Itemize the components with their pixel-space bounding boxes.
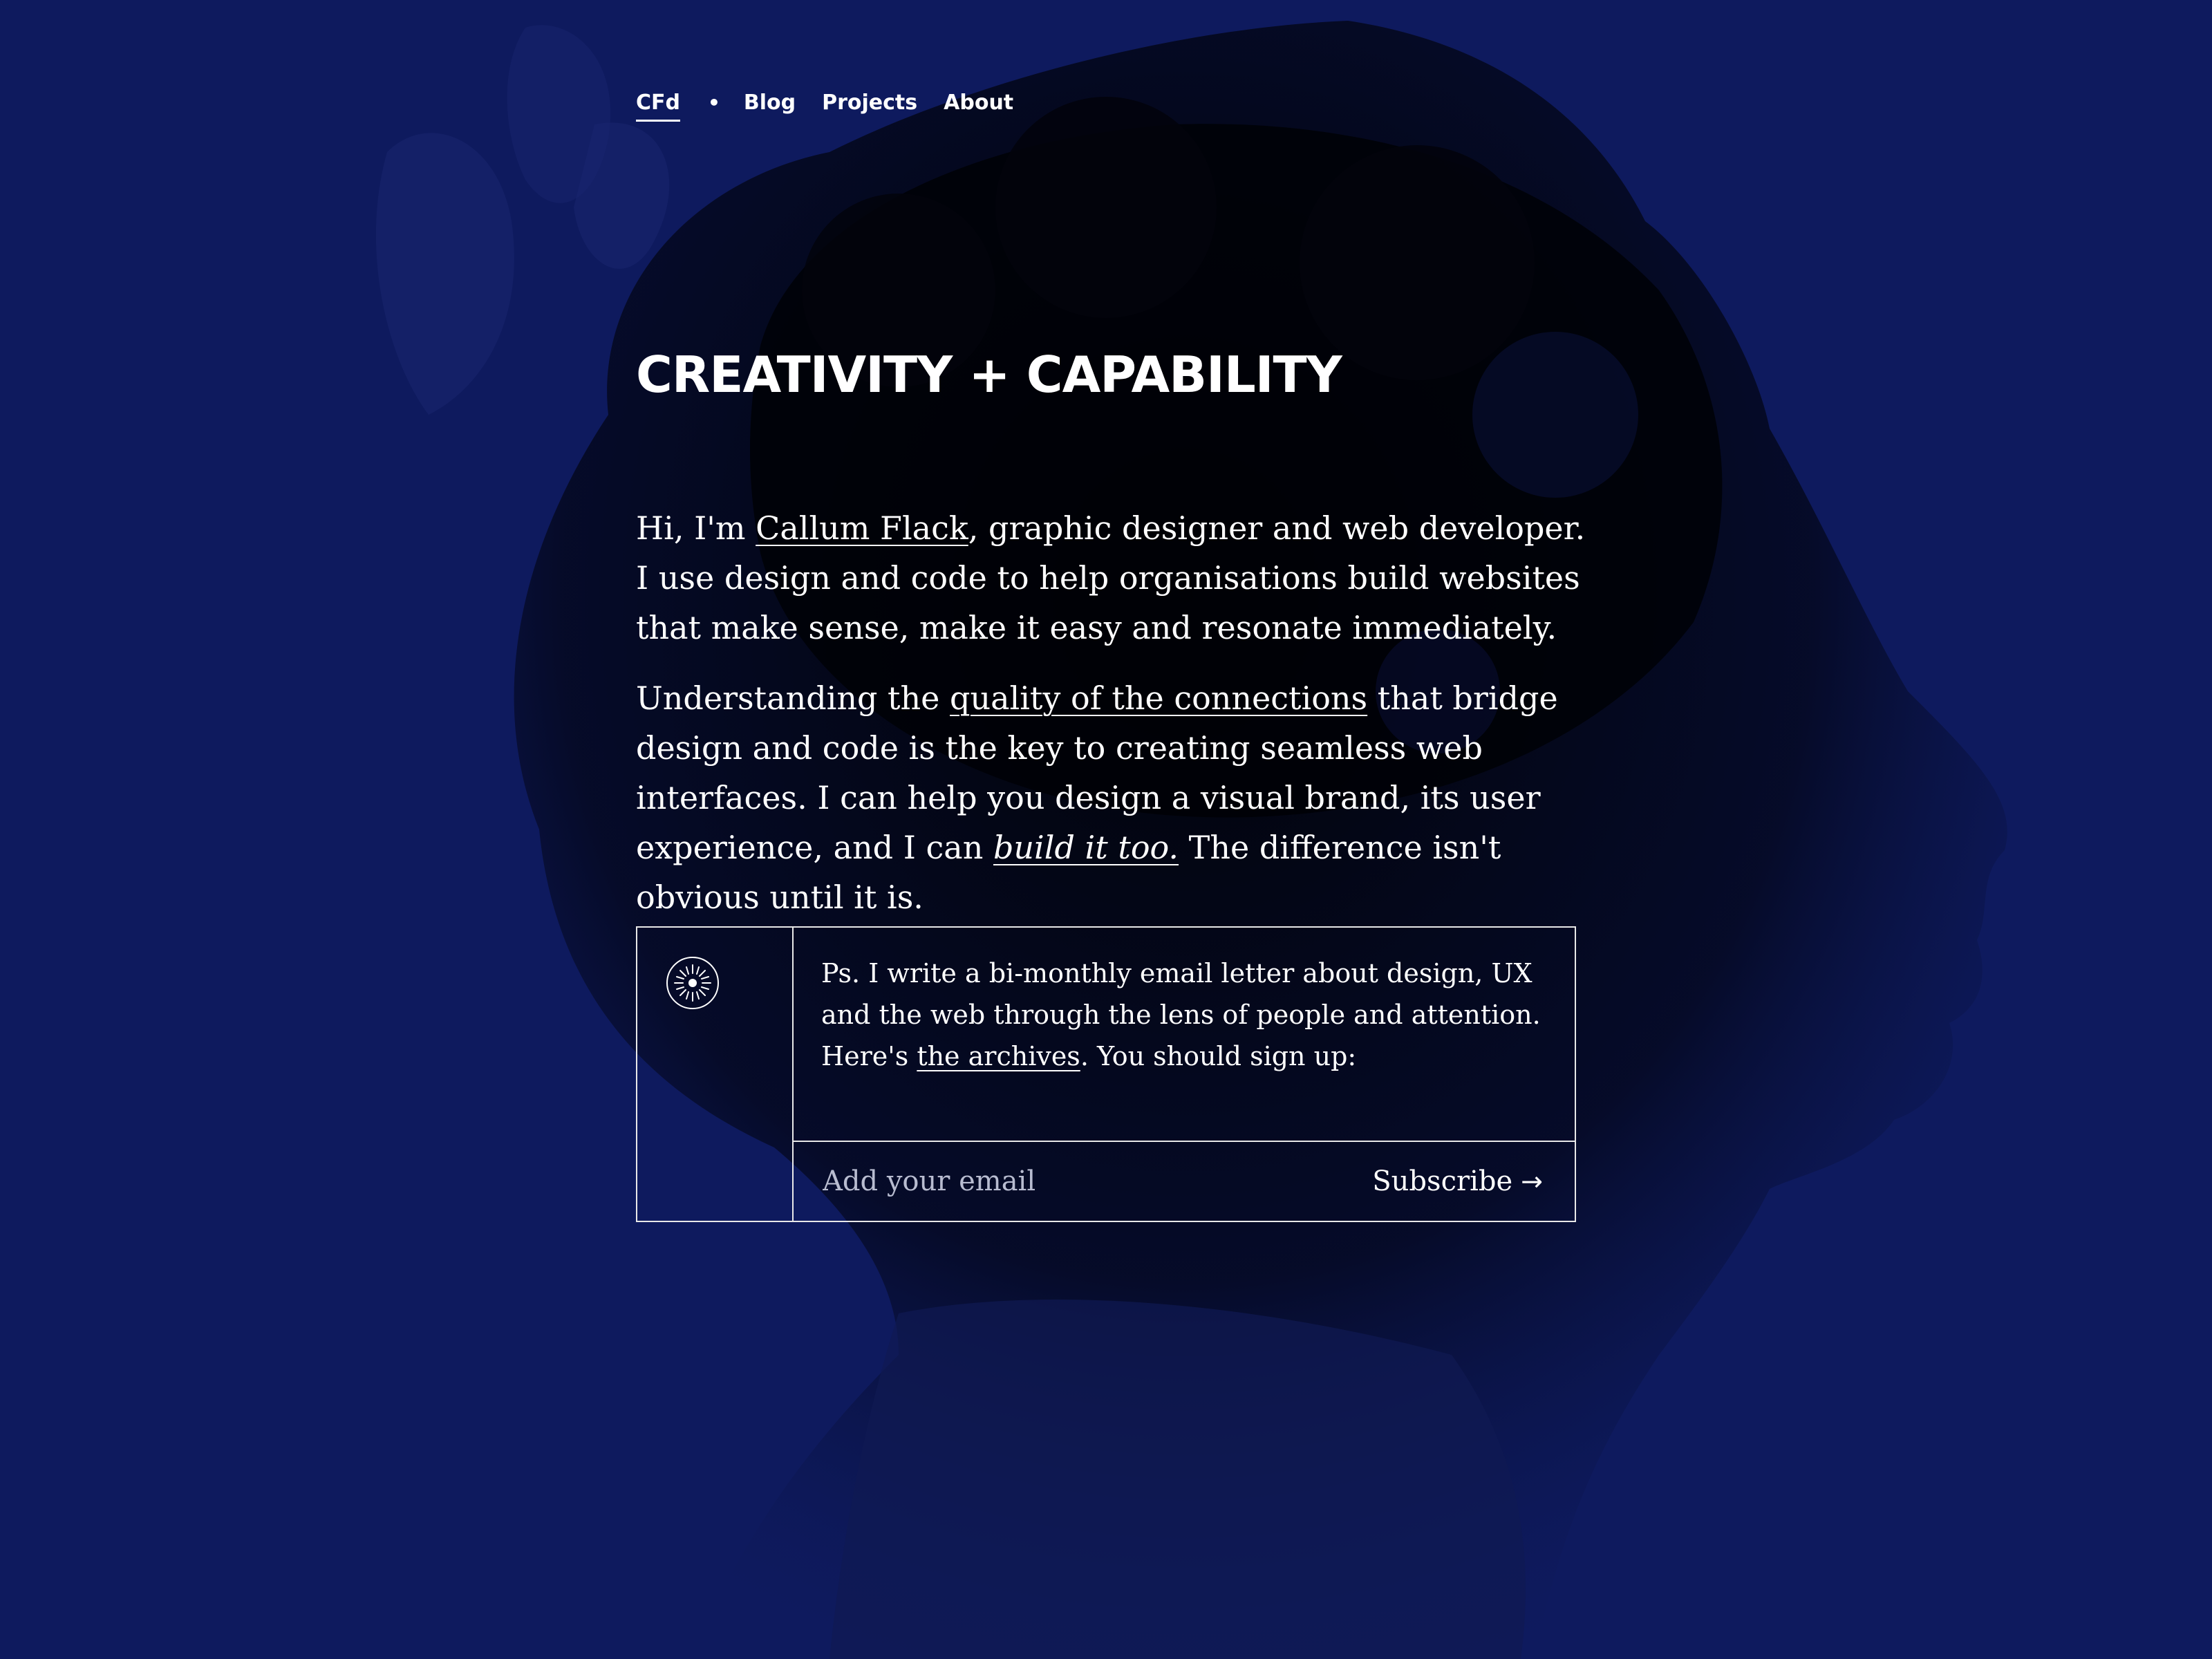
hero-title: CREATIVITY + CAPABILITY (636, 346, 1342, 404)
subscribe-label: Subscribe (1372, 1165, 1513, 1197)
name-link[interactable]: Callum Flack (756, 509, 968, 547)
newsletter-line-1: Ps. I write a bi-monthly email letter ab… (821, 958, 1541, 1030)
newsletter-line-2-lead: Here's (821, 1041, 917, 1071)
email-input[interactable] (821, 1165, 1373, 1198)
nav-separator-dot: • (707, 91, 720, 114)
subscribe-button[interactable]: Subscribe → (1372, 1165, 1543, 1197)
intro-p1-lead: Hi, I'm (636, 509, 756, 547)
newsletter-content-column: Ps. I write a bi-monthly email letter ab… (794, 928, 1575, 1221)
intro-text: Hi, I'm Callum Flack, graphic designer a… (636, 503, 1590, 943)
archives-link[interactable]: the archives (917, 1041, 1080, 1071)
nav-link-blog[interactable]: Blog (744, 91, 796, 115)
quality-connections-link[interactable]: quality of the connections (950, 679, 1367, 717)
newsletter-line-2-end: . You should sign up: (1080, 1041, 1357, 1071)
newsletter-signup-box: Ps. I write a bi-monthly email letter ab… (636, 926, 1576, 1222)
intro-p2-lead: Understanding the (636, 679, 950, 717)
site-logo-link[interactable]: CFd (636, 91, 680, 122)
newsletter-message: Ps. I write a bi-monthly email letter ab… (794, 928, 1575, 1142)
intro-paragraph-1: Hi, I'm Callum Flack, graphic designer a… (636, 503, 1590, 653)
sun-burst-icon (666, 957, 719, 1009)
subscribe-form: Subscribe → (794, 1142, 1575, 1221)
nav-link-projects[interactable]: Projects (822, 91, 917, 115)
build-it-too-link[interactable]: build it too. (993, 829, 1179, 866)
newsletter-line-2: Here's the archives. You should sign up: (821, 1035, 1547, 1077)
nav-link-about[interactable]: About (944, 91, 1013, 115)
arrow-right-icon: → (1521, 1166, 1543, 1197)
intro-paragraph-2: Understanding the quality of the connect… (636, 673, 1590, 922)
top-navigation: CFd • Blog Projects About (636, 82, 1040, 123)
newsletter-badge-column (637, 928, 794, 1221)
